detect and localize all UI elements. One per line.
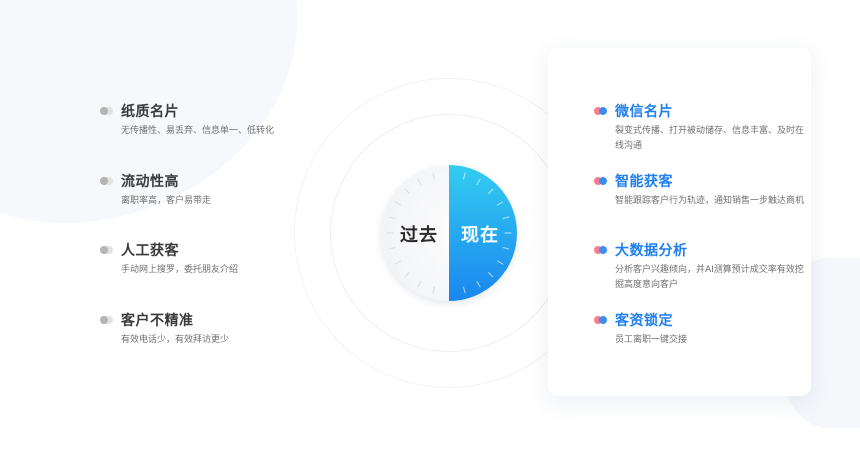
color-dot-icon: [594, 107, 607, 115]
now-item-desc: 员工离职一键交接: [615, 335, 688, 345]
now-item-big-data: 大数据分析 分析客户兴趣倾向，并AI测算预计成交率有效挖掘高度意向客户: [594, 239, 804, 293]
past-item-title: 纸质名片: [121, 104, 179, 120]
now-item-title: 大数据分析: [615, 243, 688, 259]
past-item-desc: 无传播性、易丢弃、信息单一、低转化: [121, 126, 275, 136]
gray-toggle-dot-icon: [100, 107, 113, 115]
color-dot-icon: [594, 316, 607, 324]
now-item-title: 智能获客: [615, 174, 673, 190]
now-item-desc: 分析客户兴趣倾向，并AI测算预计成交率有效挖掘高度意向客户: [615, 265, 804, 290]
gray-toggle-dot-icon: [100, 246, 113, 254]
now-item-desc: 裂变式传播、打开被动储存、信息丰富、及时在线沟通: [615, 126, 805, 151]
now-item-title: 微信名片: [615, 104, 673, 120]
past-item-paper-card: 纸质名片 无传播性、易丢弃、信息单一、低转化: [100, 100, 330, 139]
gray-toggle-dot-icon: [100, 316, 113, 324]
now-item-wechat-card: 微信名片 裂变式传播、打开被动储存、信息丰富、及时在线沟通: [594, 100, 804, 154]
gray-toggle-dot-icon: [100, 177, 113, 185]
color-dot-icon: [594, 177, 607, 185]
past-item-title: 人工获客: [121, 243, 179, 259]
past-item-desc: 有效电话少，有效拜访更少: [121, 335, 230, 345]
now-item-desc: 智能跟踪客户行为轨迹，通知销售一步触达商机: [615, 196, 805, 206]
past-item-high-turnover: 流动性高 离职率高，客户易带走: [100, 170, 330, 209]
color-dot-icon: [594, 246, 607, 254]
now-item-title: 客资锁定: [615, 313, 673, 329]
past-now-dial: [374, 158, 524, 308]
past-label: 过去: [400, 225, 438, 246]
now-item-lock-customers: 客资锁定 员工离职一键交接: [594, 309, 804, 348]
now-label: 现在: [461, 225, 499, 246]
past-item-imprecise-customers: 客户不精准 有效电话少，有效拜访更少: [100, 309, 330, 348]
past-item-title: 流动性高: [121, 174, 179, 190]
now-item-smart-acquisition: 智能获客 智能跟踪客户行为轨迹，通知销售一步触达商机: [594, 170, 804, 209]
dial-graphic: [381, 165, 517, 301]
past-item-title: 客户不精准: [121, 313, 194, 329]
